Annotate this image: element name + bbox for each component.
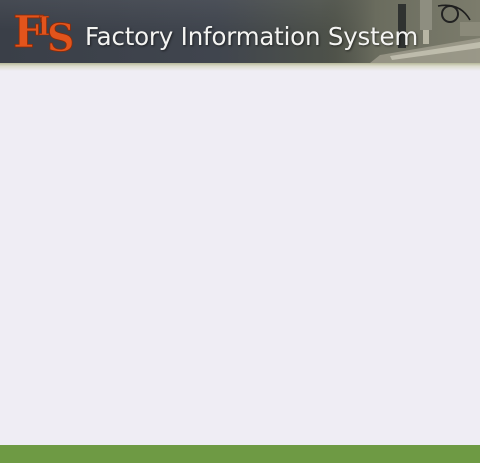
fis-logo: F I S	[13, 7, 75, 53]
header-divider	[0, 63, 480, 71]
app-header: F I S Factory Information System	[0, 0, 480, 63]
svg-text:S: S	[47, 15, 74, 53]
footer-bar	[0, 445, 480, 463]
main-content	[0, 71, 480, 445]
app-title: Factory Information System	[85, 22, 419, 51]
